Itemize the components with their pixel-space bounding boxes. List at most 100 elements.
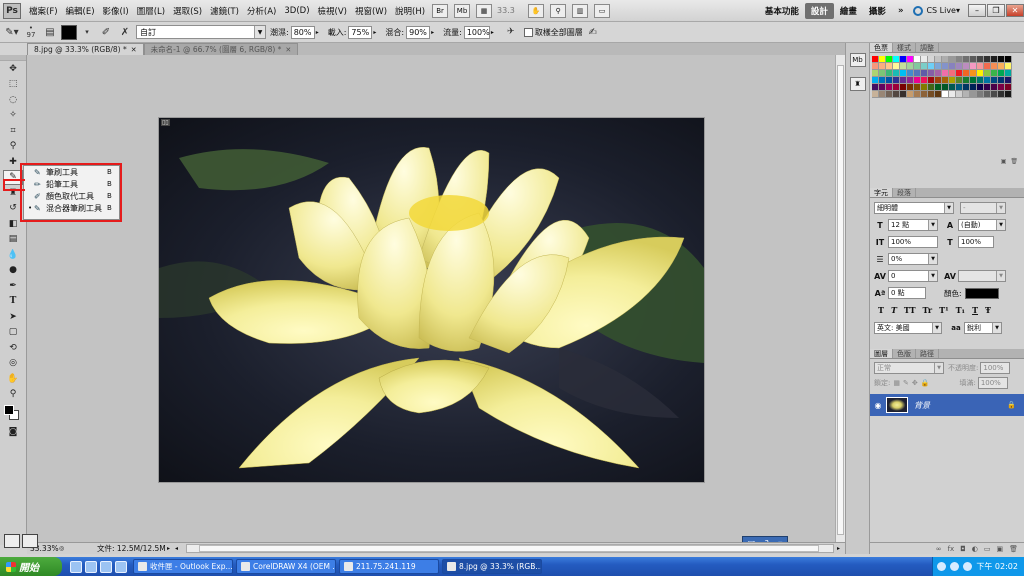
color-swatch[interactable] (991, 84, 998, 91)
color-swatch[interactable] (991, 63, 998, 70)
mix-preset-select[interactable]: 自訂 ▼ (136, 25, 266, 39)
tab-character[interactable]: 字元 (870, 188, 893, 197)
move-tool-icon[interactable]: ✥ (3, 61, 23, 77)
color-swatch[interactable] (914, 70, 921, 77)
color-swatch[interactable] (872, 63, 879, 70)
zoom-tool-icon[interactable]: ⚲ (3, 387, 23, 403)
menu-analysis[interactable]: 分析(A) (243, 5, 280, 17)
3d-orbit-tool-icon[interactable]: ◎ (3, 356, 23, 372)
color-swatch[interactable] (921, 56, 928, 63)
ie-icon[interactable] (70, 560, 82, 573)
horizontal-scale-field[interactable]: 100% (958, 236, 994, 248)
color-swatch[interactable] (963, 56, 970, 63)
color-swatch[interactable] (991, 77, 998, 84)
color-swatch[interactable] (998, 70, 1005, 77)
color-swatch[interactable] (977, 77, 984, 84)
color-swatch[interactable] (984, 63, 991, 70)
strikethrough-button[interactable]: Ŧ (985, 305, 991, 315)
color-swatch[interactable] (907, 56, 914, 63)
color-swatch[interactable] (928, 77, 935, 84)
lasso-tool-icon[interactable]: ◌ (3, 92, 23, 108)
bridge-icon[interactable]: Br (432, 3, 449, 18)
new-swatch-icon[interactable]: ▣ (1001, 158, 1007, 166)
pressure-icon[interactable]: ✍ (585, 24, 601, 40)
lock-transparent-icon[interactable]: ▦ (893, 379, 900, 387)
font-size-field[interactable]: 12 點 ▼ (888, 219, 938, 231)
menu-filter[interactable]: 濾鏡(T) (206, 5, 243, 17)
close-icon[interactable]: ✕ (285, 46, 291, 54)
zoom-tool-icon[interactable]: ⚲ (550, 3, 567, 18)
color-swatch[interactable] (977, 56, 984, 63)
workspace-painting[interactable]: 繪畫 (834, 3, 863, 19)
color-swatch[interactable] (886, 84, 893, 91)
color-swatch[interactable] (928, 84, 935, 91)
brush-panel-icon[interactable]: ▤ (42, 24, 58, 40)
color-swatch[interactable] (914, 84, 921, 91)
status-menu-arrow-icon[interactable]: ▸ (167, 545, 175, 552)
color-swatch[interactable] (977, 70, 984, 77)
color-swatch[interactable] (970, 56, 977, 63)
layer-style-icon[interactable]: fx (948, 545, 955, 553)
color-swatch[interactable] (879, 84, 886, 91)
color-swatch[interactable] (998, 56, 1005, 63)
color-swatch[interactable] (984, 70, 991, 77)
faux-italic-button[interactable]: T (891, 305, 897, 315)
color-swatch[interactable] (1005, 63, 1012, 70)
color-swatch[interactable] (879, 63, 886, 70)
hand-tool-icon[interactable]: ✋ (3, 371, 23, 387)
vertical-scrollbar[interactable] (835, 55, 845, 542)
opacity-field[interactable]: 100% (980, 362, 1011, 374)
color-swatch[interactable] (914, 77, 921, 84)
tab-channels[interactable]: 色版 (893, 349, 916, 358)
color-swatch[interactable] (893, 70, 900, 77)
color-swatch[interactable] (935, 70, 942, 77)
color-swatch[interactable] (1005, 84, 1012, 91)
color-swatch[interactable] (935, 91, 942, 98)
color-swatch[interactable] (956, 63, 963, 70)
outlook-icon[interactable] (85, 560, 97, 573)
color-swatch[interactable] (956, 70, 963, 77)
color-swatch[interactable] (907, 84, 914, 91)
color-swatch[interactable] (879, 91, 886, 98)
mix-dropdown-icon[interactable]: ▸ (431, 29, 439, 36)
color-swatch[interactable] (921, 77, 928, 84)
menu-edit[interactable]: 編輯(E) (62, 5, 99, 17)
workspace-photography[interactable]: 攝影 (863, 3, 892, 19)
menu-view[interactable]: 檢視(V) (314, 5, 351, 17)
color-swatch[interactable] (956, 77, 963, 84)
cs-live-button[interactable]: CS Live ▾ (909, 5, 964, 16)
color-swatch[interactable] (963, 91, 970, 98)
brush-picker[interactable]: • 97 (23, 24, 39, 40)
trash-icon[interactable]: 🗑 (1009, 545, 1018, 553)
color-swatch[interactable] (984, 77, 991, 84)
more-workspaces-button[interactable]: » (892, 4, 910, 18)
quick-mask-icon[interactable]: ◙ (3, 424, 23, 440)
color-swatch[interactable] (886, 63, 893, 70)
color-swatch[interactable] (977, 84, 984, 91)
color-swatch[interactable] (935, 84, 942, 91)
ime-icon[interactable] (963, 562, 973, 571)
start-button[interactable]: 開始 (0, 557, 62, 576)
subscript-button[interactable]: T₁ (956, 305, 965, 315)
small-caps-button[interactable]: Tr (923, 305, 933, 315)
airbrush-icon[interactable]: ✈ (503, 24, 519, 40)
network-icon[interactable] (937, 562, 947, 571)
scrollbar-thumb[interactable] (199, 545, 819, 552)
color-swatch[interactable] (970, 77, 977, 84)
color-swatch[interactable] (998, 91, 1005, 98)
eye-icon[interactable]: ◉ (870, 401, 886, 410)
tab-styles[interactable]: 樣式 (893, 43, 916, 52)
color-swatch[interactable] (900, 70, 907, 77)
load-brush-icon[interactable]: ✐ (98, 24, 114, 40)
tab-paths[interactable]: 路徑 (916, 349, 939, 358)
show-desktop-icon[interactable] (115, 560, 127, 573)
adjustment-layer-icon[interactable]: ◐ (972, 545, 978, 553)
tab-untitled-1[interactable]: 未命名-1 @ 66.7% (圖層 6, RGB/8) * ✕ (143, 43, 299, 55)
underline-button[interactable]: T (972, 305, 978, 315)
color-swatch[interactable] (928, 63, 935, 70)
color-swatch[interactable] (949, 63, 956, 70)
color-swatch[interactable] (893, 84, 900, 91)
color-swatch[interactable] (914, 91, 921, 98)
document-image[interactable]: ▯▯ (158, 117, 705, 483)
swatch-dropdown-icon[interactable]: ▾ (79, 24, 95, 40)
